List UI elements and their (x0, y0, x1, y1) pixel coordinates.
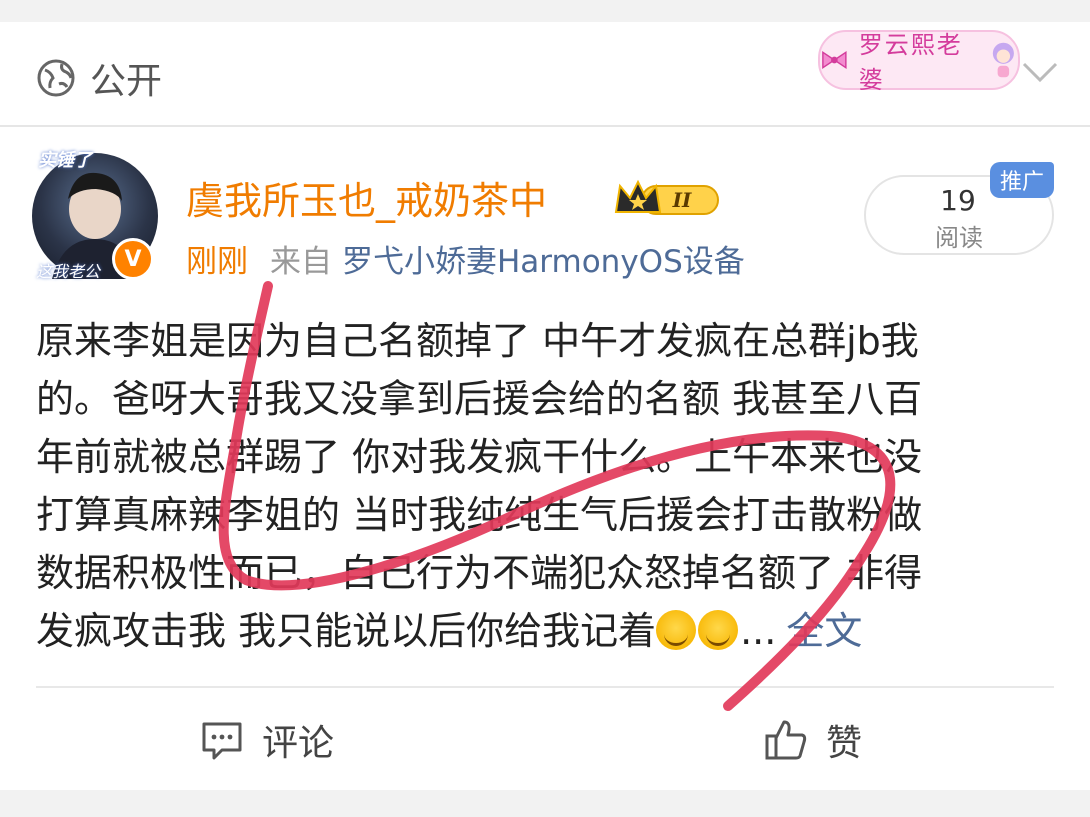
post-body-line: 原来李姐是因为自己名额掉了 中午才发疯在总群jb我 (36, 319, 919, 363)
source-prefix: 来自 (270, 244, 332, 280)
post-body-line: 的。爸呀大哥我又没拿到后援会给的名额 我甚至八百 (36, 377, 923, 421)
visibility-label: 公开 (90, 61, 163, 102)
like-label: 赞 (826, 723, 863, 764)
comment-button[interactable]: 评论 (200, 714, 334, 766)
post-body-line: 数据积极性而已，自己行为不端犯众怒掉名额了 非得 (36, 551, 923, 595)
chevron-down-icon[interactable] (1020, 58, 1060, 86)
ellipsis: ... (740, 609, 777, 653)
fan-sticker-badge: 罗云熙老婆 (818, 30, 1020, 94)
membership-level: II (672, 188, 692, 212)
source-device-link[interactable]: 罗弋小娇妻HarmonyOS设备 (342, 244, 745, 280)
hug-emoji-icon (698, 610, 739, 650)
post-body-line: 发疯攻击我 我只能说以后你给我记着 (36, 609, 657, 653)
comment-label: 评论 (262, 723, 335, 764)
thumbs-up-icon (765, 720, 807, 760)
bow-icon (822, 50, 847, 70)
membership-crown-icon[interactable]: II (612, 176, 722, 218)
avatar-tag-bottom: 这我老公 (36, 262, 101, 281)
read-label: 阅读 (935, 224, 983, 252)
like-button[interactable]: 赞 (764, 714, 862, 766)
globe-icon (37, 59, 75, 97)
comment-icon (202, 722, 242, 760)
post-body-line: 打算真麻辣李姐的 当时我纯纯生气后援会打击散粉做 (36, 493, 923, 537)
hug-emoji-icon (656, 610, 697, 650)
avatar-tag-top: 实锤了 (38, 150, 92, 171)
post-body-line: 年前就被总群踢了 你对我发疯干什么。上午本来也没 (36, 435, 923, 479)
chibi-character-icon (993, 42, 1015, 78)
post-body[interactable]: 原来李姐是因为自己名额掉了 中午才发疯在总群jb我 的。爸呀大哥我又没拿到后援会… (36, 312, 1056, 660)
actions-divider (36, 686, 1054, 688)
author-username[interactable]: 虞我所玉也_戒奶茶中 (186, 170, 547, 225)
verified-badge-icon: V (112, 238, 154, 280)
post-body-last-line: 发疯攻击我 我只能说以后你给我记着... 全文 (36, 602, 1056, 660)
post-time: 刚刚 (186, 244, 248, 280)
read-count: 19 (940, 184, 976, 217)
visibility-selector[interactable]: 公开 (36, 52, 162, 104)
promoted-badge: 推广 (990, 162, 1054, 198)
sticker-text: 罗云熙老婆 (858, 31, 963, 94)
post-meta: 刚刚 来自 罗弋小娇妻HarmonyOS设备 (186, 236, 745, 281)
full-text-link[interactable]: 全文 (786, 609, 862, 653)
